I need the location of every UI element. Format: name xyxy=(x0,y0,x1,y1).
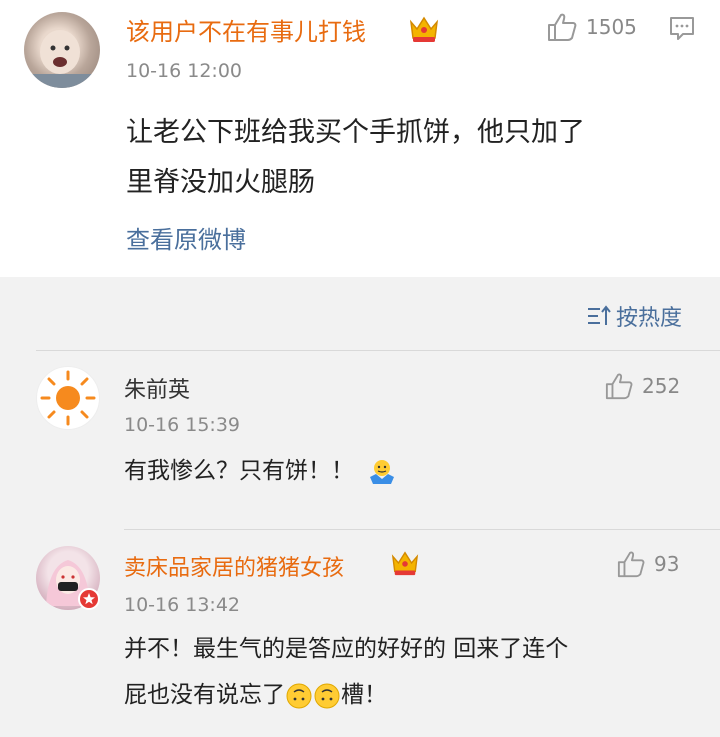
comment-icon[interactable] xyxy=(668,14,696,42)
comment-like-count: 93 xyxy=(654,552,680,576)
comment-text-line1: 并不！最生气的是答应的好好的 回来了连个 xyxy=(124,636,569,662)
comment-text-line2-end: 槽！ xyxy=(341,682,387,708)
comment-divider xyxy=(124,529,720,530)
comment-like-button[interactable]: 93 xyxy=(616,550,679,578)
main-post-card: 该用户不在有事儿打钱 10-16 12:00 1505 让老公下班给我买个手抓饼… xyxy=(0,0,720,277)
main-post-text-line1: 让老公下班给我买个手抓饼，他只加了 xyxy=(126,117,585,148)
comment-text-line2: 屁也没有说忘了 槽！ xyxy=(124,672,568,718)
main-post-timestamp: 10-16 12:00 xyxy=(126,60,243,82)
comment-timestamp: 10-16 13:42 xyxy=(124,594,241,616)
verified-badge-icon xyxy=(78,588,100,610)
comment-text: 有我惨么？只有饼！！ xyxy=(124,448,397,494)
comment-text-content: 有我惨么？只有饼！！ xyxy=(124,458,354,484)
main-post-like-button[interactable]: 1505 xyxy=(546,12,637,42)
main-post-username[interactable]: 该用户不在有事儿打钱 xyxy=(126,12,366,47)
comment-username[interactable]: 卖床品家居的猪猪女孩 xyxy=(124,550,344,582)
thumbs-up-icon xyxy=(605,373,633,400)
comment-avatar[interactable] xyxy=(36,366,100,430)
sort-label: 按热度 xyxy=(615,306,682,331)
sort-icon xyxy=(587,305,611,325)
main-post-text-line2: 里脊没加火腿肠 xyxy=(126,167,315,198)
thumbs-up-icon xyxy=(548,13,577,41)
main-post-text: 让老公下班给我买个手抓饼，他只加了 里脊没加火腿肠 xyxy=(126,108,585,208)
vip-crown-icon xyxy=(409,16,439,42)
comment-username[interactable]: 朱前英 xyxy=(124,372,190,404)
main-post-avatar[interactable] xyxy=(24,12,100,88)
comment-timestamp: 10-16 15:39 xyxy=(124,414,241,436)
thumbs-up-icon xyxy=(617,551,645,578)
comment-text-line2-start: 屁也没有说忘了 xyxy=(124,682,285,708)
main-post-like-count: 1505 xyxy=(586,15,637,39)
sun-icon xyxy=(40,370,96,426)
comment-like-count: 252 xyxy=(642,374,681,398)
vip-crown-icon xyxy=(391,551,419,576)
upside-down-face-icon xyxy=(314,683,340,708)
baby-face-icon xyxy=(24,30,100,88)
upside-down-face-icon xyxy=(286,683,312,708)
comment-like-button[interactable]: 252 xyxy=(604,372,680,400)
shrug-emoji-icon xyxy=(370,459,395,484)
view-original-link[interactable]: 查看原微博 xyxy=(126,220,246,255)
section-divider xyxy=(36,350,720,351)
comment-text: 并不！最生气的是答应的好好的 回来了连个 屁也没有说忘了 槽！ xyxy=(124,626,568,718)
sort-by-hot-button[interactable]: 按热度 xyxy=(586,300,682,332)
